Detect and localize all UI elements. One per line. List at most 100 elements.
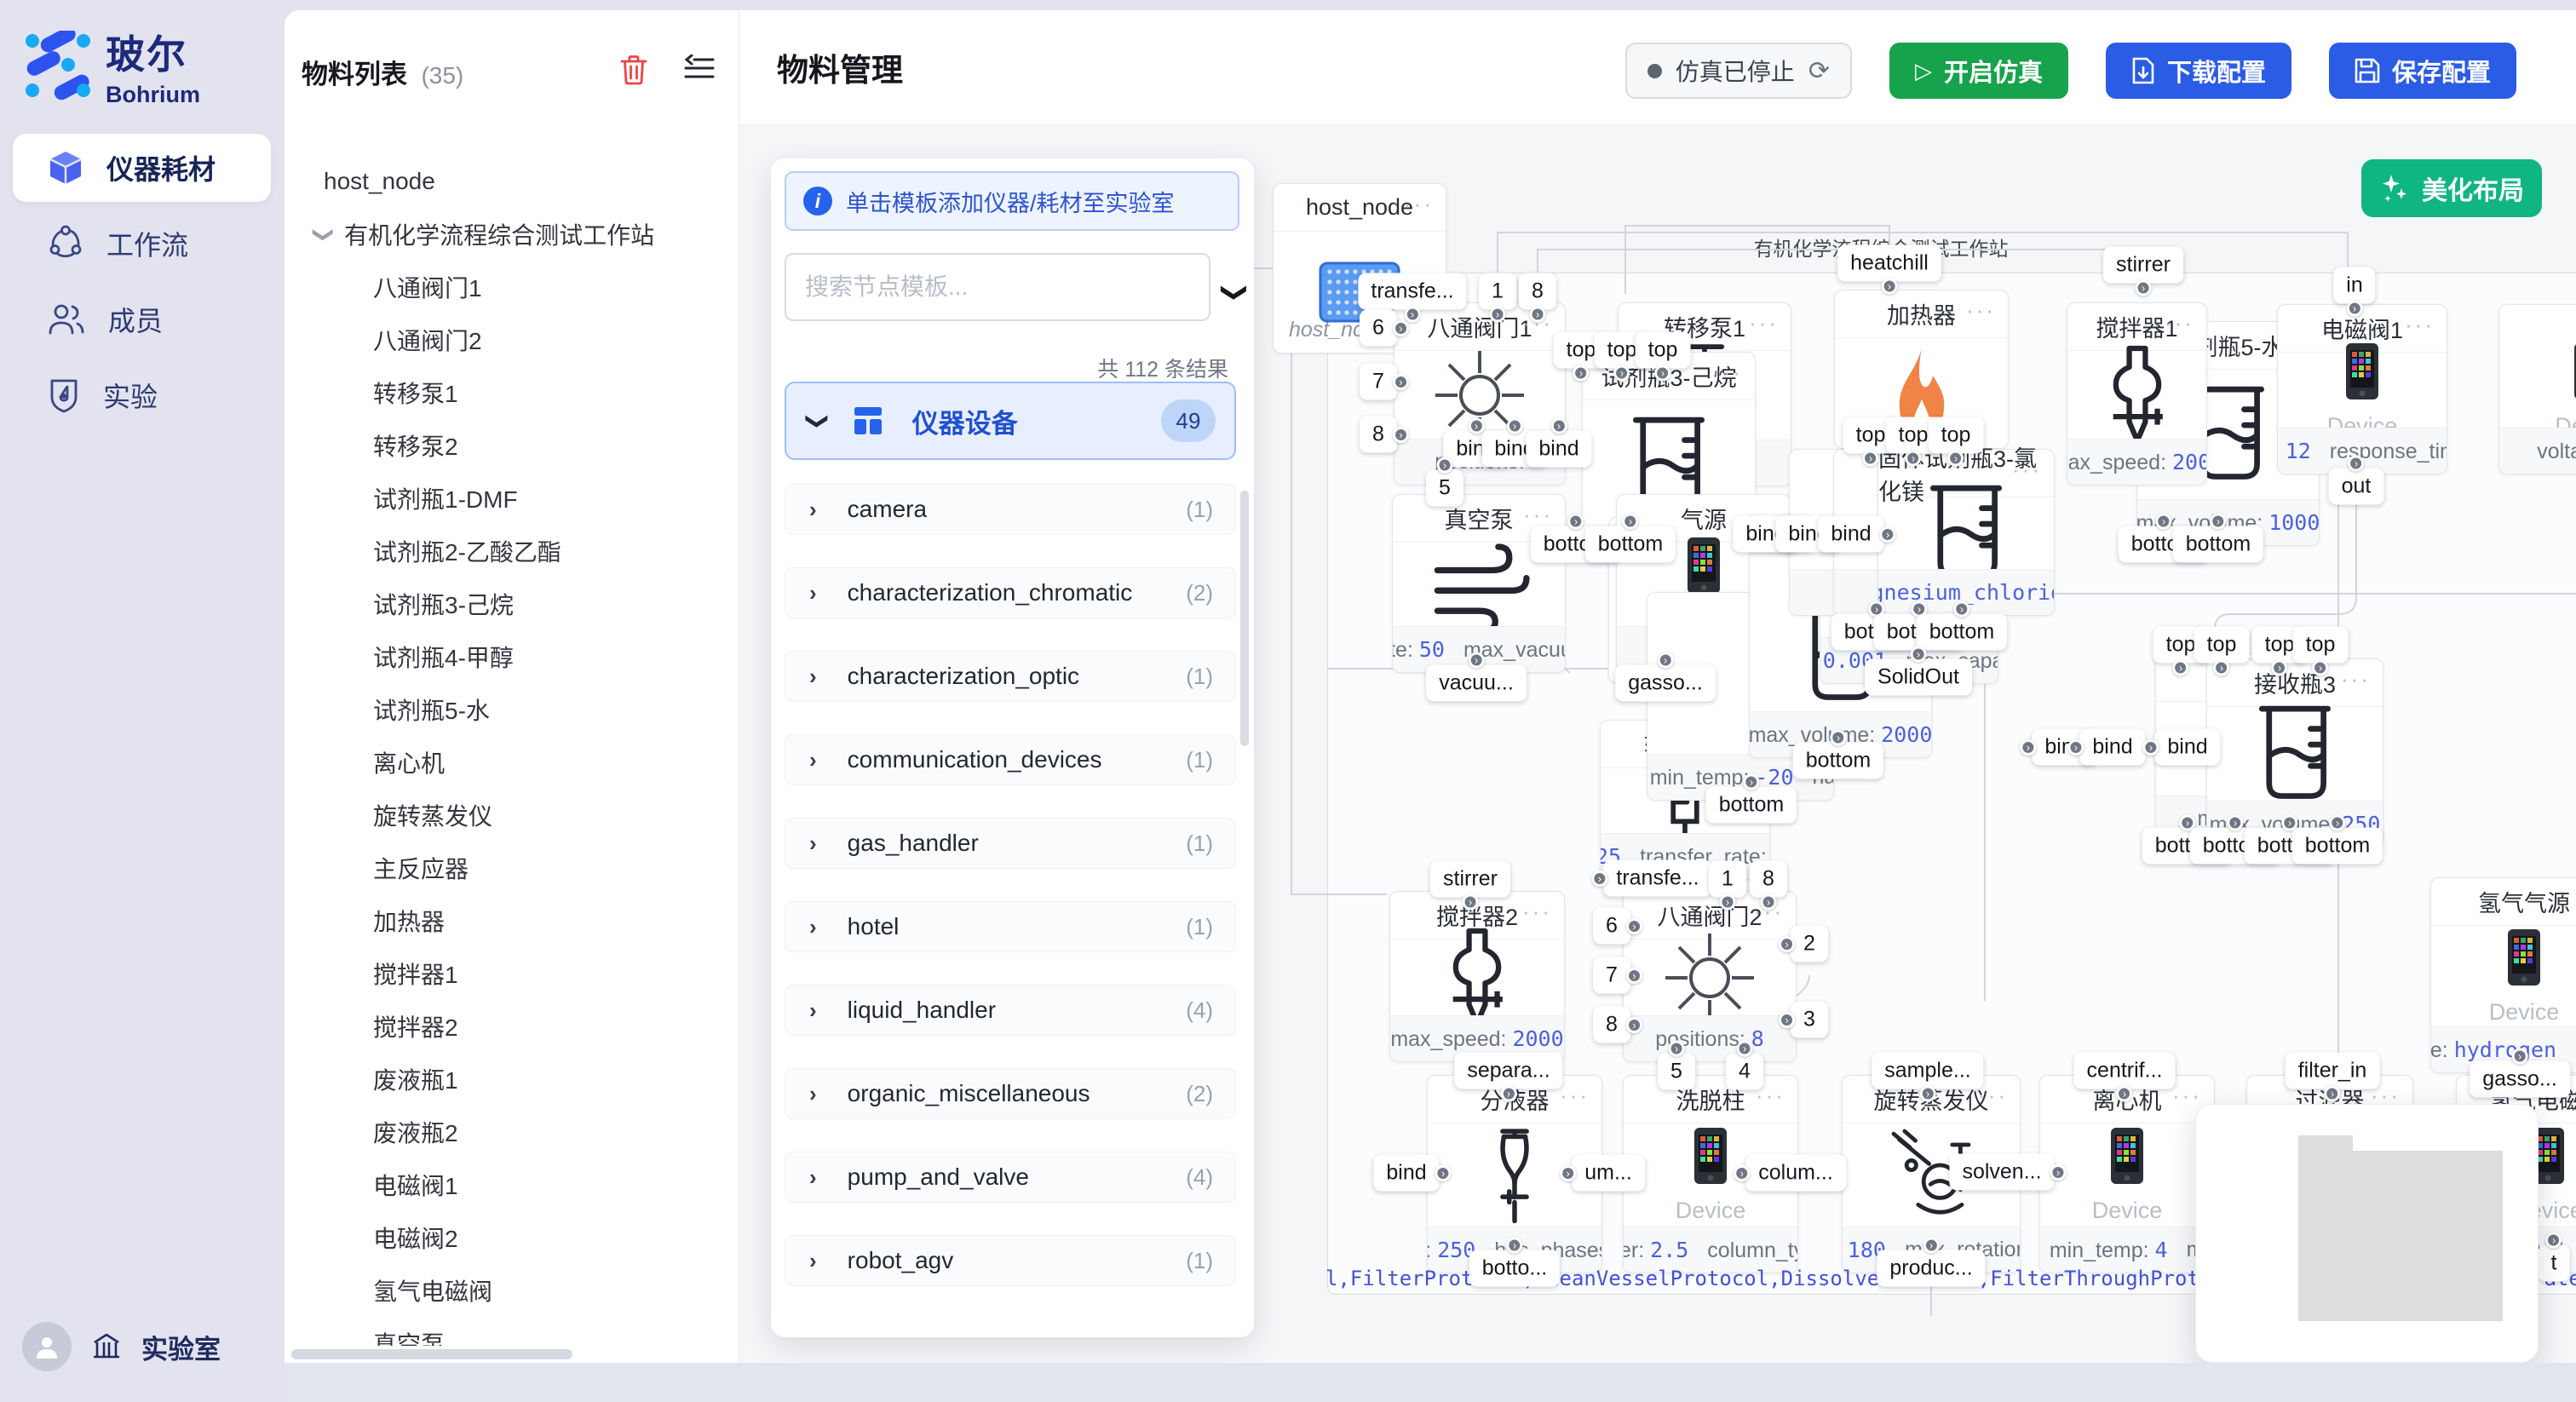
sidebar-item-1[interactable]: 仪器耗材: [13, 134, 271, 202]
port-pill-8[interactable]: 8›: [1519, 273, 1556, 310]
port-pill-gasso[interactable]: gasso...›: [2470, 1061, 2570, 1098]
tree-item[interactable]: 电磁阀1: [285, 1158, 733, 1211]
node-menu-icon[interactable]: ···: [2341, 666, 2371, 692]
node-menu-icon[interactable]: ···: [1522, 899, 1552, 925]
category-instruments[interactable]: ❯ 仪器设备 49: [785, 382, 1236, 460]
port-pill-top[interactable]: top›: [2293, 627, 2349, 664]
category-characterization_chromatic[interactable]: ›characterization_chromatic(2): [785, 567, 1236, 618]
tree-item[interactable]: 真空泵: [285, 1317, 733, 1346]
tree-item[interactable]: 搅拌器2: [285, 1000, 733, 1053]
port-pill-bind[interactable]: bind›: [1373, 1155, 1439, 1192]
canvas-node[interactable]: Devicevoltage: 12: [2498, 304, 2576, 474]
port-pill-bottom[interactable]: bottom›: [1917, 614, 2007, 651]
node-menu-icon[interactable]: ···: [2165, 310, 2194, 336]
port-pill-filterin[interactable]: filter_in›: [2286, 1053, 2380, 1089]
canvas-node-真空泵[interactable]: 真空泵···ump_rate: 50max_vacuum: 0.1: [1392, 494, 1566, 673]
node-menu-icon[interactable]: ···: [1749, 310, 1779, 336]
port-pill-produc[interactable]: produc...›: [1877, 1250, 1985, 1287]
tree-item[interactable]: 试剂瓶3-己烷: [285, 577, 733, 630]
node-menu-icon[interactable]: ···: [1523, 502, 1553, 528]
tree-item[interactable]: 试剂瓶2-乙酸乙酯: [285, 525, 733, 577]
canvas-node-固体试剂瓶3-氯化镁[interactable]: 固体试剂瓶3-氯化镁···gent: magnesium_chloridephy…: [1877, 449, 2055, 616]
category-gas_handler[interactable]: ›gas_handler(1): [785, 818, 1236, 869]
port-pill-1[interactable]: 1›: [1479, 273, 1516, 310]
port-pill-sample[interactable]: sample...›: [1872, 1053, 1983, 1089]
tree-item[interactable]: 废液瓶1: [285, 1053, 733, 1106]
canvas-node-电磁阀1[interactable]: 电磁阀1···Devicevoltage: 12response_time: 0…: [2277, 304, 2447, 474]
sidebar-item-2[interactable]: 工作流: [13, 210, 271, 278]
port-pill-stirrer[interactable]: stirrer›: [1430, 861, 1510, 898]
port-pill-top[interactable]: top›: [1636, 332, 1691, 369]
port-pill-bind[interactable]: bind›: [2079, 729, 2145, 766]
node-menu-icon[interactable]: ···: [2405, 312, 2435, 338]
port-pill-8[interactable]: 8›: [1593, 1007, 1630, 1043]
port-pill-vacuu[interactable]: vacuu...›: [1426, 665, 1527, 702]
port-pill-solven[interactable]: solven...›: [1949, 1154, 2054, 1191]
tree-item[interactable]: ❯有机化学流程综合测试工作站: [285, 208, 733, 261]
tree-item[interactable]: 转移泵1: [285, 366, 733, 419]
category-liquid_handler[interactable]: ›liquid_handler(4): [785, 985, 1236, 1036]
port-pill-2[interactable]: 2›: [1791, 926, 1828, 962]
port-pill-3[interactable]: 3›: [1791, 1002, 1828, 1038]
category-organic_miscellaneous[interactable]: ›organic_miscellaneous(2): [785, 1068, 1236, 1119]
port-pill-transfe[interactable]: transfe...›: [1603, 860, 1711, 897]
lab-label[interactable]: 实验室: [141, 1328, 221, 1366]
collapse-list-icon[interactable]: [684, 55, 715, 85]
tree-item[interactable]: 八通阀门2: [285, 313, 733, 366]
port-pill-bottom[interactable]: bottom›: [2292, 828, 2383, 865]
tree-item[interactable]: 旋转蒸发仪: [285, 789, 733, 842]
sim-status-pill[interactable]: 仿真已停止 ⟳: [1625, 43, 1852, 99]
canvas-node-搅拌器2[interactable]: 搅拌器2···max_speed: 2000: [1389, 891, 1565, 1062]
tree-item[interactable]: 八通阀门1: [285, 261, 733, 313]
category-communication_devices[interactable]: ›communication_devices(1): [785, 734, 1236, 785]
download-config-button[interactable]: 下载配置: [2106, 43, 2291, 99]
refresh-icon[interactable]: ⟳: [1808, 56, 1830, 86]
category-robot_agv[interactable]: ›robot_agv(1): [785, 1235, 1236, 1286]
node-menu-icon[interactable]: ···: [1404, 191, 1434, 217]
port-pill-bottom[interactable]: bottom›: [2173, 526, 2263, 563]
port-pill-8[interactable]: 8›: [1360, 417, 1397, 453]
tree-item[interactable]: 主反应器: [285, 842, 733, 894]
tree-item[interactable]: 加热器: [285, 894, 733, 947]
start-sim-button[interactable]: ▷ 开启仿真: [1889, 43, 2068, 99]
port-pill-bind[interactable]: bind›: [1818, 516, 1883, 553]
beautify-layout-button[interactable]: 美化布局: [2361, 159, 2542, 217]
port-pill-centrif[interactable]: centrif...›: [2074, 1053, 2176, 1089]
sidebar-item-4[interactable]: 实验: [13, 361, 271, 429]
port-pill-SolidOut[interactable]: SolidOut›: [1865, 659, 1972, 696]
node-menu-icon[interactable]: ···: [2172, 1083, 2202, 1109]
port-pill-7[interactable]: 7›: [1360, 364, 1397, 400]
port-pill-um[interactable]: um...›: [1572, 1155, 1645, 1192]
port-pill-heatchill[interactable]: heatchill›: [1837, 245, 1941, 282]
port-pill-bottom[interactable]: bottom›: [1585, 526, 1676, 563]
port-pill-stirrer[interactable]: stirrer›: [2103, 247, 2183, 284]
category-characterization_optic[interactable]: ›characterization_optic(1): [785, 651, 1236, 702]
port-pill-top[interactable]: top›: [2194, 627, 2250, 664]
port-pill-out[interactable]: out›: [2329, 468, 2384, 505]
port-pill-4[interactable]: 4›: [1726, 1054, 1763, 1090]
chevron-down-icon[interactable]: ❯: [312, 226, 336, 243]
canvas-node-氢气气源[interactable]: 氢气气源···Device_type: hydrogenmax_pre: [2430, 877, 2576, 1073]
category-camera[interactable]: ›camera(1): [785, 484, 1236, 535]
port-pill-6[interactable]: 6›: [1593, 908, 1630, 945]
bottom-scroll-strip[interactable]: [285, 1363, 2576, 1402]
panel-collapse-chevron-icon[interactable]: ❯: [1220, 282, 1250, 303]
port-pill-bottom[interactable]: bottom›: [1706, 787, 1797, 824]
avatar[interactable]: [22, 1322, 72, 1371]
category-pump_and_valve[interactable]: ›pump_and_valve(4): [785, 1152, 1236, 1203]
tree-item[interactable]: 离心机: [285, 736, 733, 789]
canvas-node-八通阀门2[interactable]: 八通阀门2···positions: 8: [1623, 891, 1797, 1062]
save-config-button[interactable]: 保存配置: [2329, 43, 2516, 99]
port-pill-gasso[interactable]: gasso...›: [1615, 665, 1716, 702]
port-pill-5[interactable]: 5›: [1426, 470, 1463, 507]
port-pill-7[interactable]: 7›: [1593, 957, 1630, 994]
trash-icon[interactable]: [619, 55, 648, 85]
port-pill-t[interactable]: t›: [2539, 1245, 2570, 1282]
port-pill-6[interactable]: 6›: [1360, 310, 1397, 347]
category-hotel[interactable]: ›hotel(1): [785, 901, 1236, 952]
tree-item[interactable]: 电磁阀2: [285, 1211, 733, 1264]
port-pill-colum[interactable]: colum...›: [1745, 1155, 1846, 1192]
materials-hscrollbar[interactable]: [291, 1349, 572, 1359]
tree-item[interactable]: 搅拌器1: [285, 947, 733, 1000]
tree-item[interactable]: 转移泵2: [285, 419, 733, 472]
